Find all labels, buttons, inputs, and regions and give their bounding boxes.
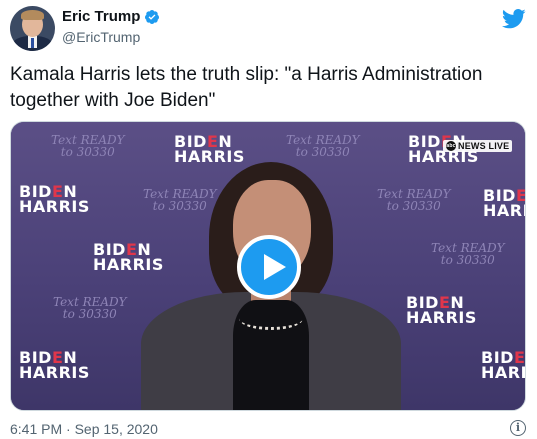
backdrop-logo: BIDEN HARRIS <box>481 348 526 382</box>
tweet-timestamp[interactable]: 6:41 PM · Sep 15, 2020 <box>10 421 158 437</box>
author-display-name[interactable]: Eric Trump <box>62 8 140 25</box>
video-player[interactable]: BIDEN HARRIS BIDEN HARRIS BIDEN HARRIS B… <box>10 121 526 411</box>
play-icon[interactable] <box>237 235 301 299</box>
backdrop-logo: BIDEN HARRIS <box>483 186 525 220</box>
twitter-bird-icon[interactable] <box>502 9 526 29</box>
verified-badge-icon <box>145 9 160 24</box>
avatar[interactable] <box>10 6 55 51</box>
backdrop-text-ready: Text READY to 30330 <box>51 133 125 159</box>
author-name-row[interactable]: Eric Trump <box>62 8 160 25</box>
backdrop-logo: BIDEN HARRIS <box>19 348 90 382</box>
backdrop-text-ready: Text READY to 30330 <box>431 241 505 267</box>
abc-news-live-badge: abc NEWS LIVE <box>443 140 513 152</box>
info-icon[interactable]: i <box>510 420 526 436</box>
backdrop-logo: BIDEN HARRIS <box>174 132 245 166</box>
backdrop-logo: BIDEN HARRIS <box>19 182 90 216</box>
tweet-text: Kamala Harris lets the truth slip: "a Ha… <box>10 64 483 111</box>
backdrop-text-ready: Text READY to 30330 <box>53 295 127 321</box>
abc-logo-icon: abc <box>446 141 456 151</box>
backdrop-text-ready: Text READY to 30330 <box>286 133 360 159</box>
tweet-card: Eric Trump @EricTrump Kamala Harris lets… <box>0 0 537 439</box>
author-handle[interactable]: @EricTrump <box>62 29 140 45</box>
